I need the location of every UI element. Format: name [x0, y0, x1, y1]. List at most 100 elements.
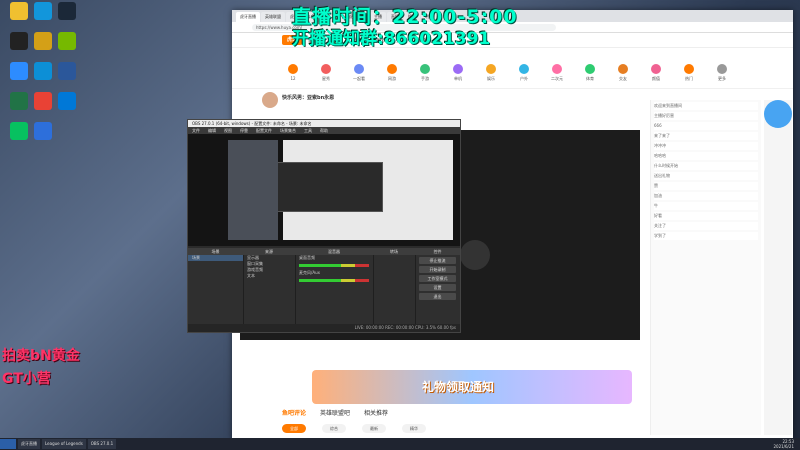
category-item[interactable]: 网游 — [381, 64, 403, 82]
dock-scenes: 场景 场景 — [188, 248, 244, 324]
dock-scenes-title: 场景 — [188, 248, 243, 255]
category-label: 星秀 — [322, 76, 330, 81]
obs-menu-item[interactable]: 视图 — [224, 128, 232, 133]
category-bar: 12 星秀 一起看 网游 手游 单机 娱乐 户外 二次元 体育 交友 颜值 热门 更多 — [232, 60, 793, 89]
geforce-icon — [58, 32, 76, 50]
category-label: 二次元 — [551, 76, 563, 81]
overlay-left-line2: GT小营 — [2, 371, 51, 387]
desktop-icon[interactable] — [50, 2, 84, 22]
category-label: 网游 — [388, 76, 396, 81]
dock-mixer: 混音器 桌面音频 麦克风/Aux — [295, 248, 374, 324]
scene-item[interactable]: 场景 — [188, 255, 243, 261]
category-label: 12 — [290, 76, 296, 81]
chat-message: 关注了 — [654, 222, 758, 230]
taskbar-app[interactable]: 虎牙直播 — [18, 439, 40, 449]
desktop-icon[interactable] — [26, 122, 60, 142]
obs-control-button[interactable]: 设置 — [419, 284, 456, 291]
room-title: 快乐风男：亚索bn永恩 — [282, 95, 335, 101]
section-tabs: 鱼吧评论 英雄联盟吧 相关推荐 — [282, 408, 402, 417]
obs-window: OBS 27.0.1 (64-bit, windows) - 配置文件: 未命名… — [187, 119, 461, 333]
category-item[interactable]: 娱乐 — [480, 64, 502, 82]
preview-recursive-capture — [273, 162, 383, 212]
obs-menu-item[interactable]: 帮助 — [320, 128, 328, 133]
section-tab[interactable]: 英雄联盟吧 — [320, 410, 350, 417]
filter-pill[interactable]: 最新 — [362, 424, 386, 433]
category-icon — [519, 64, 529, 74]
category-item[interactable]: 交友 — [612, 64, 634, 82]
category-item[interactable]: 二次元 — [546, 64, 568, 82]
category-item[interactable]: 单机 — [447, 64, 469, 82]
gift-banner[interactable]: 礼物领取通知 — [312, 370, 632, 404]
streamer-avatar[interactable] — [262, 92, 278, 108]
mixer-mic-meter — [299, 279, 369, 282]
obs-menu-item[interactable]: 停靠 — [240, 128, 248, 133]
category-item[interactable]: 手游 — [414, 64, 436, 82]
chat-message: 来了来了 — [654, 132, 758, 140]
category-label: 一起看 — [353, 76, 365, 81]
obs-menu-item[interactable]: 场景集合 — [280, 128, 296, 133]
category-item[interactable]: 颜值 — [645, 64, 667, 82]
section-tab[interactable]: 鱼吧评论 — [282, 410, 306, 417]
loading-spinner-icon — [460, 240, 490, 270]
dock-controls: 控件 停止推流开始录制工作室模式设置退出 — [415, 248, 460, 324]
dock-transitions: 转场 — [373, 248, 416, 324]
desktop-icon[interactable] — [50, 32, 84, 52]
chat-message: 送出礼物 — [654, 172, 758, 180]
filter-pill[interactable]: 全部 — [282, 424, 306, 433]
chat-message: 牛 — [654, 202, 758, 210]
category-icon — [618, 64, 628, 74]
mixer-mic-label: 麦克风/Aux — [299, 270, 320, 275]
preview-desktop-capture — [228, 140, 278, 240]
category-label: 手游 — [421, 76, 429, 81]
category-icon — [288, 64, 298, 74]
word-icon — [58, 62, 76, 80]
category-item[interactable]: 一起看 — [348, 64, 370, 82]
category-item[interactable]: 12 — [282, 64, 304, 81]
section-tab[interactable]: 相关推荐 — [364, 410, 388, 417]
obs-control-button[interactable]: 停止推流 — [419, 257, 456, 264]
category-item[interactable]: 户外 — [513, 64, 535, 82]
obs-menu-item[interactable]: 文件 — [192, 128, 200, 133]
category-label: 单机 — [454, 76, 462, 81]
chat-panel: 欢迎来到直播间 主播好厉害 666 来了来了 冲冲冲 哈哈哈 什么时候开始 送出礼物赞加油牛好… — [650, 100, 761, 435]
filter-pill[interactable]: 综合 — [322, 424, 346, 433]
taskbar: 虎牙直播 League of Legends OBS 27.0.1 22:53 20… — [0, 438, 800, 450]
category-label: 更多 — [718, 76, 726, 81]
category-item[interactable]: 更多 — [711, 64, 733, 82]
obs-menu-item[interactable]: 工具 — [304, 128, 312, 133]
category-item[interactable]: 星秀 — [315, 64, 337, 82]
dock-controls-title: 控件 — [415, 248, 460, 255]
category-item[interactable]: 体育 — [579, 64, 601, 82]
category-icon — [387, 64, 397, 74]
browser-tab[interactable]: 虎牙直播 — [236, 12, 260, 22]
dock-sources-title: 来源 — [243, 248, 295, 255]
taskbar-app[interactable]: League of Legends — [42, 439, 86, 449]
obs-control-button[interactable]: 开始录制 — [419, 266, 456, 273]
obs-preview[interactable] — [188, 134, 460, 246]
clock-date: 2021/6/21 — [773, 444, 794, 449]
promo-badge-icon[interactable] — [764, 100, 792, 128]
chat-message: 主播好厉害 — [654, 112, 758, 120]
desktop-icon[interactable] — [50, 62, 84, 82]
kk-icon — [58, 92, 76, 110]
obs-menu-item[interactable]: 配置文件 — [256, 128, 272, 133]
dock-sources: 来源 显示器 窗口采集 游戏音频 文本 — [243, 248, 296, 324]
chat-message: 什么时候开始 — [654, 162, 758, 170]
obs-control-button[interactable]: 退出 — [419, 293, 456, 300]
obs-menu-item[interactable]: 编辑 — [208, 128, 216, 133]
category-item[interactable]: 热门 — [678, 64, 700, 82]
filter-pills: 全部 综合 最新 精华 — [282, 424, 442, 433]
steam-icon — [58, 2, 76, 20]
browser-tab[interactable]: 英雄联盟 — [261, 12, 285, 22]
category-icon — [552, 64, 562, 74]
source-item[interactable]: 文本 — [243, 273, 295, 279]
category-icon — [684, 64, 694, 74]
start-button-icon[interactable] — [0, 439, 16, 449]
chat-message: 赞 — [654, 182, 758, 190]
category-label: 交友 — [619, 76, 627, 81]
desktop-icon[interactable] — [50, 92, 84, 112]
obs-control-button[interactable]: 工作室模式 — [419, 275, 456, 282]
filter-pill[interactable]: 精华 — [402, 424, 426, 433]
taskbar-app[interactable]: OBS 27.0.1 — [87, 439, 117, 449]
category-icon — [420, 64, 430, 74]
